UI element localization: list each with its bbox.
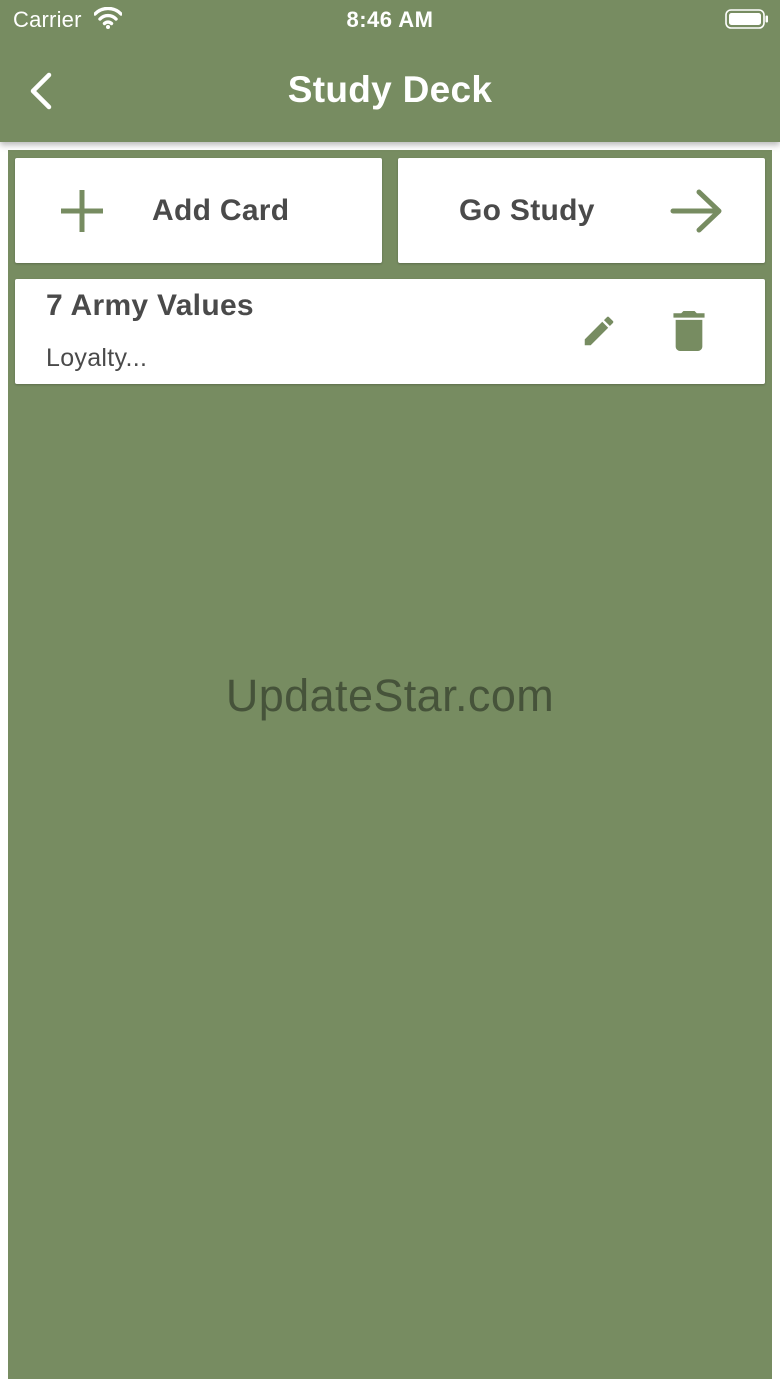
add-card-label: Add Card bbox=[152, 194, 290, 227]
app-header: Carrier 8:46 AM Study Deck bbox=[0, 0, 780, 142]
go-study-button[interactable]: Go Study bbox=[398, 158, 765, 263]
app-screen: Carrier 8:46 AM Study Deck Add Card Go S… bbox=[0, 0, 780, 1387]
pencil-icon[interactable] bbox=[580, 312, 618, 350]
deck-content: Add Card Go Study 7 Army Values Loyalty.… bbox=[8, 150, 772, 1379]
chevron-left-icon[interactable] bbox=[22, 68, 62, 114]
plus-icon bbox=[61, 190, 103, 232]
status-bar: Carrier 8:46 AM bbox=[0, 0, 780, 40]
card-title: 7 Army Values bbox=[46, 289, 254, 322]
add-card-button[interactable]: Add Card bbox=[15, 158, 382, 263]
watermark-text: UpdateStar.com bbox=[225, 670, 555, 721]
go-study-label: Go Study bbox=[459, 194, 595, 227]
trash-icon[interactable] bbox=[672, 311, 706, 351]
card-preview: Loyalty... bbox=[46, 344, 148, 372]
list-item[interactable]: 7 Army Values Loyalty... bbox=[15, 279, 765, 384]
arrow-right-icon bbox=[670, 189, 722, 233]
page-title: Study Deck bbox=[287, 69, 493, 110]
status-time: 8:46 AM bbox=[346, 7, 434, 32]
battery-icon bbox=[725, 9, 768, 29]
